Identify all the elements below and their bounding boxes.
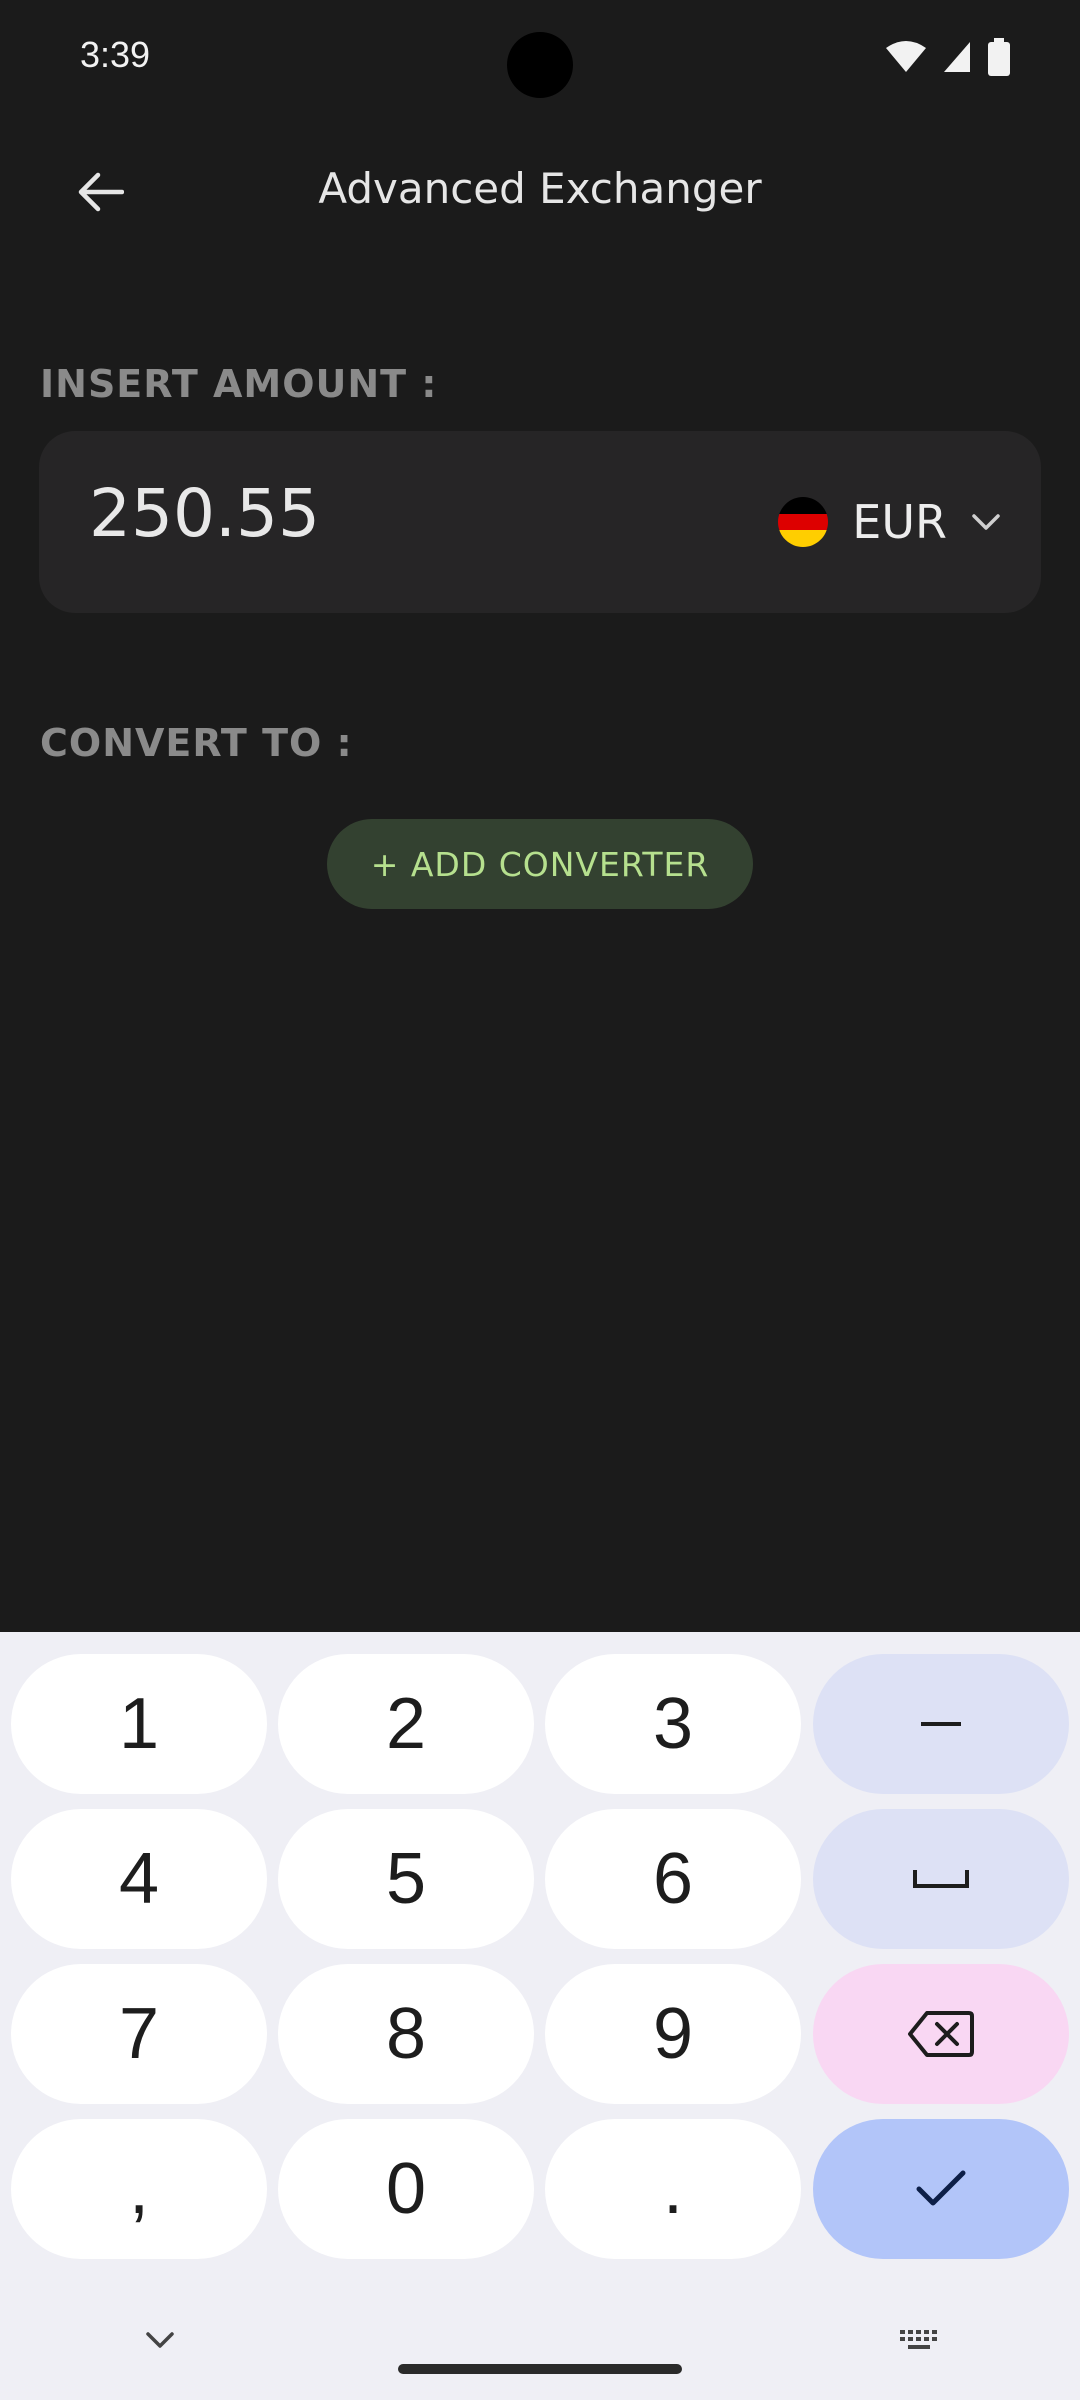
key-9[interactable]: 9 (545, 1964, 801, 2104)
battery-icon (988, 38, 1010, 76)
key-period[interactable]: . (545, 2119, 801, 2259)
key-backspace[interactable] (813, 1964, 1069, 2104)
key-space[interactable] (813, 1809, 1069, 1949)
keyboard-switch-button[interactable] (890, 2320, 950, 2360)
keyboard-icon (900, 2330, 937, 2349)
cellular-signal-icon (944, 42, 970, 72)
key-1[interactable]: 1 (11, 1654, 267, 1794)
key-0[interactable]: 0 (278, 2119, 534, 2259)
currency-selector[interactable]: EUR (778, 483, 1001, 561)
checkmark-icon (916, 2170, 966, 2206)
chevron-down-icon (146, 2332, 174, 2348)
key-comma[interactable]: , (11, 2119, 267, 2259)
currency-code: EUR (852, 495, 947, 549)
status-time: 3:39 (80, 34, 151, 75)
key-5[interactable]: 5 (278, 1809, 534, 1949)
status-icons (886, 38, 1010, 76)
space-icon (913, 1870, 969, 1888)
amount-card: 250.55 EUR (39, 431, 1041, 613)
insert-amount-label: INSERT AMOUNT : (40, 362, 438, 406)
key-done[interactable] (813, 2119, 1069, 2259)
minus-icon (921, 1722, 961, 1726)
key-4[interactable]: 4 (11, 1809, 267, 1949)
key-8[interactable]: 8 (278, 1964, 534, 2104)
key-minus[interactable] (813, 1654, 1069, 1794)
top-app-bar: Advanced Exchanger (0, 140, 1080, 240)
convert-to-label: CONVERT TO : (40, 721, 353, 765)
home-indicator[interactable] (398, 2364, 682, 2374)
hide-keyboard-button[interactable] (130, 2320, 190, 2360)
chevron-down-icon (972, 514, 1000, 530)
page-title: Advanced Exchanger (318, 164, 762, 213)
key-3[interactable]: 3 (545, 1654, 801, 1794)
key-2[interactable]: 2 (278, 1654, 534, 1794)
key-6[interactable]: 6 (545, 1809, 801, 1949)
status-bar: 3:39 (0, 0, 1080, 116)
wifi-icon (886, 41, 926, 72)
key-7[interactable]: 7 (11, 1964, 267, 2104)
amount-input[interactable]: 250.55 (89, 475, 320, 552)
germany-flag-icon (778, 497, 829, 547)
keyboard-bottom-bar (0, 2280, 1080, 2400)
backspace-icon (908, 2011, 974, 2057)
camera-cutout (507, 32, 573, 98)
add-converter-button[interactable]: + ADD CONVERTER (327, 819, 753, 909)
